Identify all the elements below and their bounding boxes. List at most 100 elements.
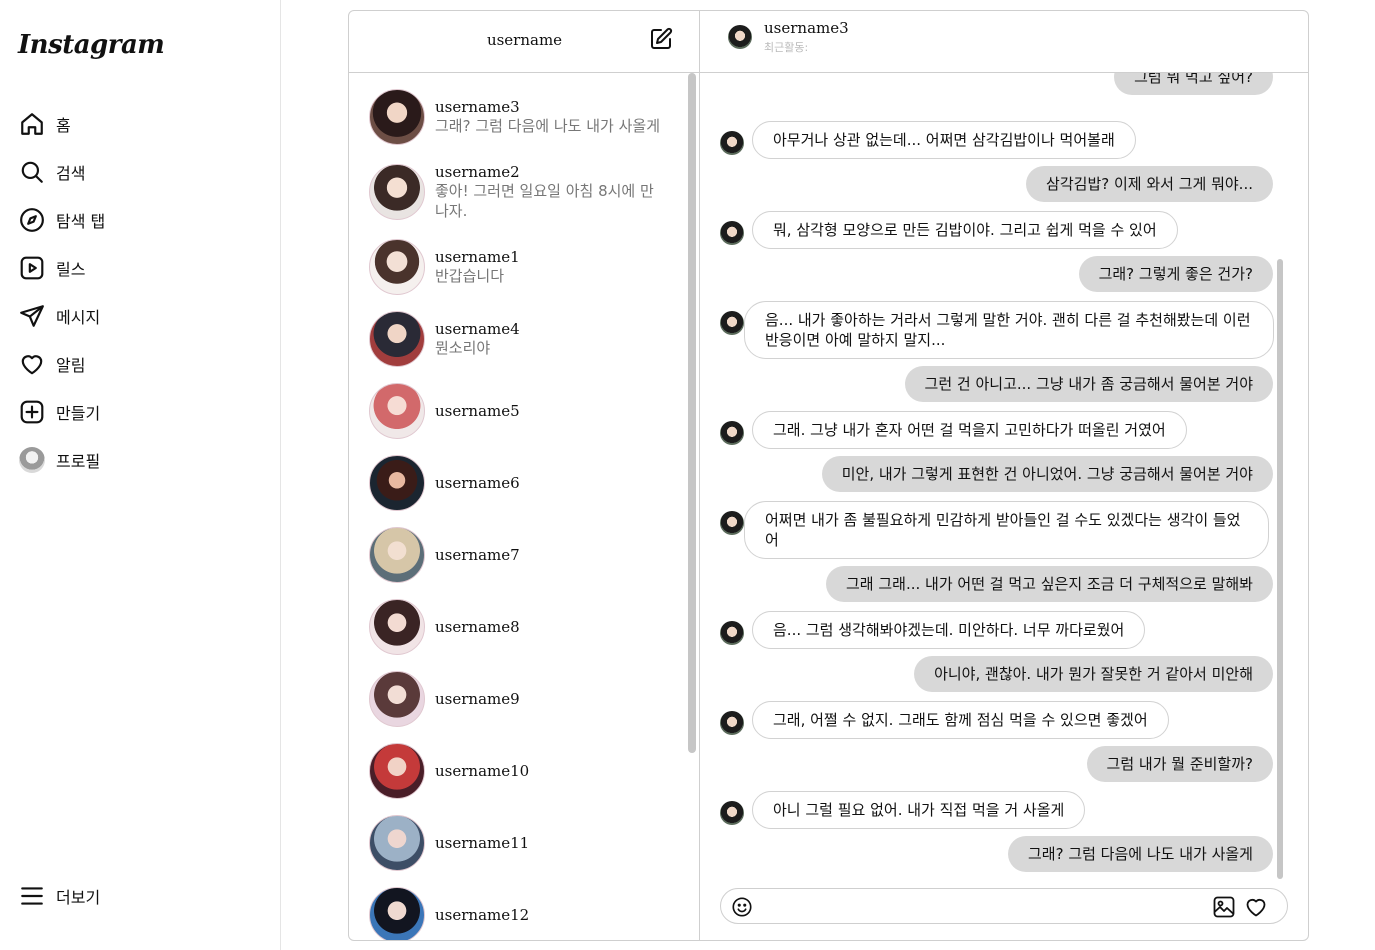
sender-avatar[interactable] [720, 131, 744, 155]
received-message[interactable]: 그래, 어쩔 수 없지. 그래도 함께 점심 먹을 수 있으면 좋겠어 [752, 701, 1169, 739]
nav-item-create[interactable]: 만들기 [18, 388, 258, 436]
conversation-username: username7 [435, 546, 520, 564]
conversation-username: username8 [435, 618, 520, 636]
conversation-text: username4 뭔소리야 [435, 320, 665, 358]
received-message[interactable]: 음... 내가 좋아하는 거라서 그렇게 말한 거야. 괜히 다른 걸 추천해봤… [744, 301, 1274, 359]
nav-item-messages[interactable]: 메시지 [18, 292, 258, 340]
avatar [369, 89, 425, 145]
avatar [369, 599, 425, 655]
sent-message[interactable]: 그럼 내가 뭘 준비할까? [1086, 746, 1273, 782]
nav-item-profile[interactable]: 프로필 [18, 436, 258, 484]
conversation-list-scrollbar[interactable] [688, 73, 696, 753]
conversation-text: username9 [435, 690, 665, 708]
conversation-item[interactable]: username12 [369, 885, 669, 940]
avatar [369, 743, 425, 799]
conversation-preview: 뭔소리야 [435, 339, 491, 357]
sender-avatar[interactable] [720, 221, 744, 245]
conversation-username: username2 [435, 163, 520, 181]
conversation-list[interactable]: username3 그래? 그럼 다음에 나도 내가 사올게 username2 좋아… [349, 73, 700, 940]
avatar [369, 164, 425, 220]
nav-label: 홈 [56, 116, 71, 135]
conversation-text: username3 그래? 그럼 다음에 나도 내가 사올게 [435, 98, 665, 136]
conversation-username: username4 [435, 320, 520, 338]
received-message[interactable]: 아무거나 상관 없는데... 어쩌면 삼각김밥이나 먹어볼래 [752, 121, 1136, 159]
home-icon [18, 110, 46, 138]
send-icon [18, 302, 46, 330]
conversation-item[interactable]: username5 [369, 381, 669, 441]
chat-partner-avatar[interactable] [728, 25, 752, 49]
conversation-item[interactable]: username1 반갑습니다 [369, 237, 669, 297]
conversation-item[interactable]: username3 그래? 그럼 다음에 나도 내가 사올게 [369, 87, 669, 147]
avatar [369, 671, 425, 727]
received-message[interactable]: 음... 그럼 생각해봐야겠는데. 미안하다. 너무 까다로웠어 [752, 611, 1146, 649]
sender-avatar[interactable] [720, 311, 744, 335]
conversation-item[interactable]: username4 뭔소리야 [369, 309, 669, 369]
received-message[interactable]: 어쩌면 내가 좀 불필요하게 민감하게 받아들인 걸 수도 있겠다는 생각이 들… [744, 501, 1269, 559]
smile-icon[interactable] [731, 896, 753, 918]
nav-label: 알림 [56, 356, 86, 375]
sent-message[interactable]: 그럼 뭐 먹고 싶어? [1114, 73, 1273, 95]
account-name[interactable]: username [349, 31, 700, 49]
nav-menu: 홈 검색 탐색 탭 릴스 메시지 알림 만들기 프로필 [18, 100, 258, 484]
profile-avatar [18, 446, 46, 474]
message-thread[interactable]: 그럼 뭐 먹고 싶어? 아무거나 상관 없는데... 어쩌면 삼각김밥이나 먹어볼… [700, 73, 1308, 940]
conversation-username: username5 [435, 402, 520, 420]
reels-icon [18, 254, 46, 282]
edit-icon[interactable] [649, 27, 673, 51]
message-input[interactable] [761, 895, 1201, 917]
conversation-item[interactable]: username10 [369, 741, 669, 801]
nav-item-home[interactable]: 홈 [18, 100, 258, 148]
conversation-text: username10 [435, 762, 665, 780]
chat-header: username3 최근활동: [700, 11, 1308, 73]
conversation-text: username1 반갑습니다 [435, 248, 665, 286]
conversation-list-header: username [349, 11, 700, 73]
nav-label: 메시지 [56, 308, 101, 327]
nav-label: 더보기 [56, 888, 101, 907]
sent-message[interactable]: 아니야, 괜찮아. 내가 뭔가 잘못한 거 같아서 미안해 [914, 656, 1273, 692]
avatar [369, 455, 425, 511]
conversation-text: username5 [435, 402, 665, 420]
conversation-item[interactable]: username2 좋아! 그러면 일요일 아침 8시에 만나자. [369, 162, 669, 222]
message-thread-scrollbar[interactable] [1277, 259, 1283, 879]
sent-message[interactable]: 그래? 그렇게 좋은 건가? [1078, 256, 1273, 292]
chat-partner-name[interactable]: username3 [764, 19, 849, 37]
heart-icon[interactable] [1244, 895, 1268, 919]
nav-item-reels[interactable]: 릴스 [18, 244, 258, 292]
nav-label: 만들기 [56, 404, 101, 423]
conversation-item[interactable]: username8 [369, 597, 669, 657]
instagram-logo[interactable]: Instagram [18, 30, 165, 60]
received-message[interactable]: 뭐, 삼각형 모양으로 만든 김밥이야. 그리고 쉽게 먹을 수 있어 [752, 211, 1178, 249]
conversation-item[interactable]: username7 [369, 525, 669, 585]
activity-status: 최근활동: [764, 41, 809, 54]
nav-label: 릴스 [56, 260, 86, 279]
received-message[interactable]: 그래. 그냥 내가 혼자 어떤 걸 먹을지 고민하다가 떠올린 거였어 [752, 411, 1187, 449]
received-message[interactable]: 아니 그럴 필요 없어. 내가 직접 먹을 거 사올게 [752, 791, 1086, 829]
nav-item-more[interactable]: 더보기 [18, 872, 100, 920]
conversation-item[interactable]: username9 [369, 669, 669, 729]
sender-avatar[interactable] [720, 421, 744, 445]
conversation-item[interactable]: username6 [369, 453, 669, 513]
conversation-username: username12 [435, 906, 530, 924]
sent-message[interactable]: 그래 그래... 내가 어떤 걸 먹고 싶은지 조금 더 구체적으로 말해봐 [826, 566, 1273, 602]
sender-avatar[interactable] [720, 621, 744, 645]
sender-avatar[interactable] [720, 801, 744, 825]
avatar [369, 887, 425, 940]
sent-message[interactable]: 그런 건 아니고... 그냥 내가 좀 궁금해서 물어본 거야 [904, 366, 1273, 402]
sent-message[interactable]: 삼각김밥? 이제 와서 그게 뭐야... [1026, 166, 1273, 202]
plus-square-icon [18, 398, 46, 426]
avatar [369, 527, 425, 583]
nav-item-search[interactable]: 검색 [18, 148, 258, 196]
sent-message[interactable]: 그래? 그럼 다음에 나도 내가 사올게 [1007, 836, 1273, 872]
sender-avatar[interactable] [720, 511, 744, 535]
nav-item-explore[interactable]: 탐색 탭 [18, 196, 258, 244]
heart-icon [18, 350, 46, 378]
conversation-text: username6 [435, 474, 665, 492]
image-icon[interactable] [1212, 895, 1236, 919]
message-composer [720, 888, 1288, 924]
conversation-preview: 반갑습니다 [435, 267, 505, 285]
sent-message[interactable]: 미안, 내가 그렇게 표현한 건 아니었어. 그냥 궁금해서 물어본 거야 [821, 456, 1273, 492]
nav-label: 탐색 탭 [56, 212, 106, 231]
sender-avatar[interactable] [720, 711, 744, 735]
conversation-item[interactable]: username11 [369, 813, 669, 873]
nav-item-notifications[interactable]: 알림 [18, 340, 258, 388]
